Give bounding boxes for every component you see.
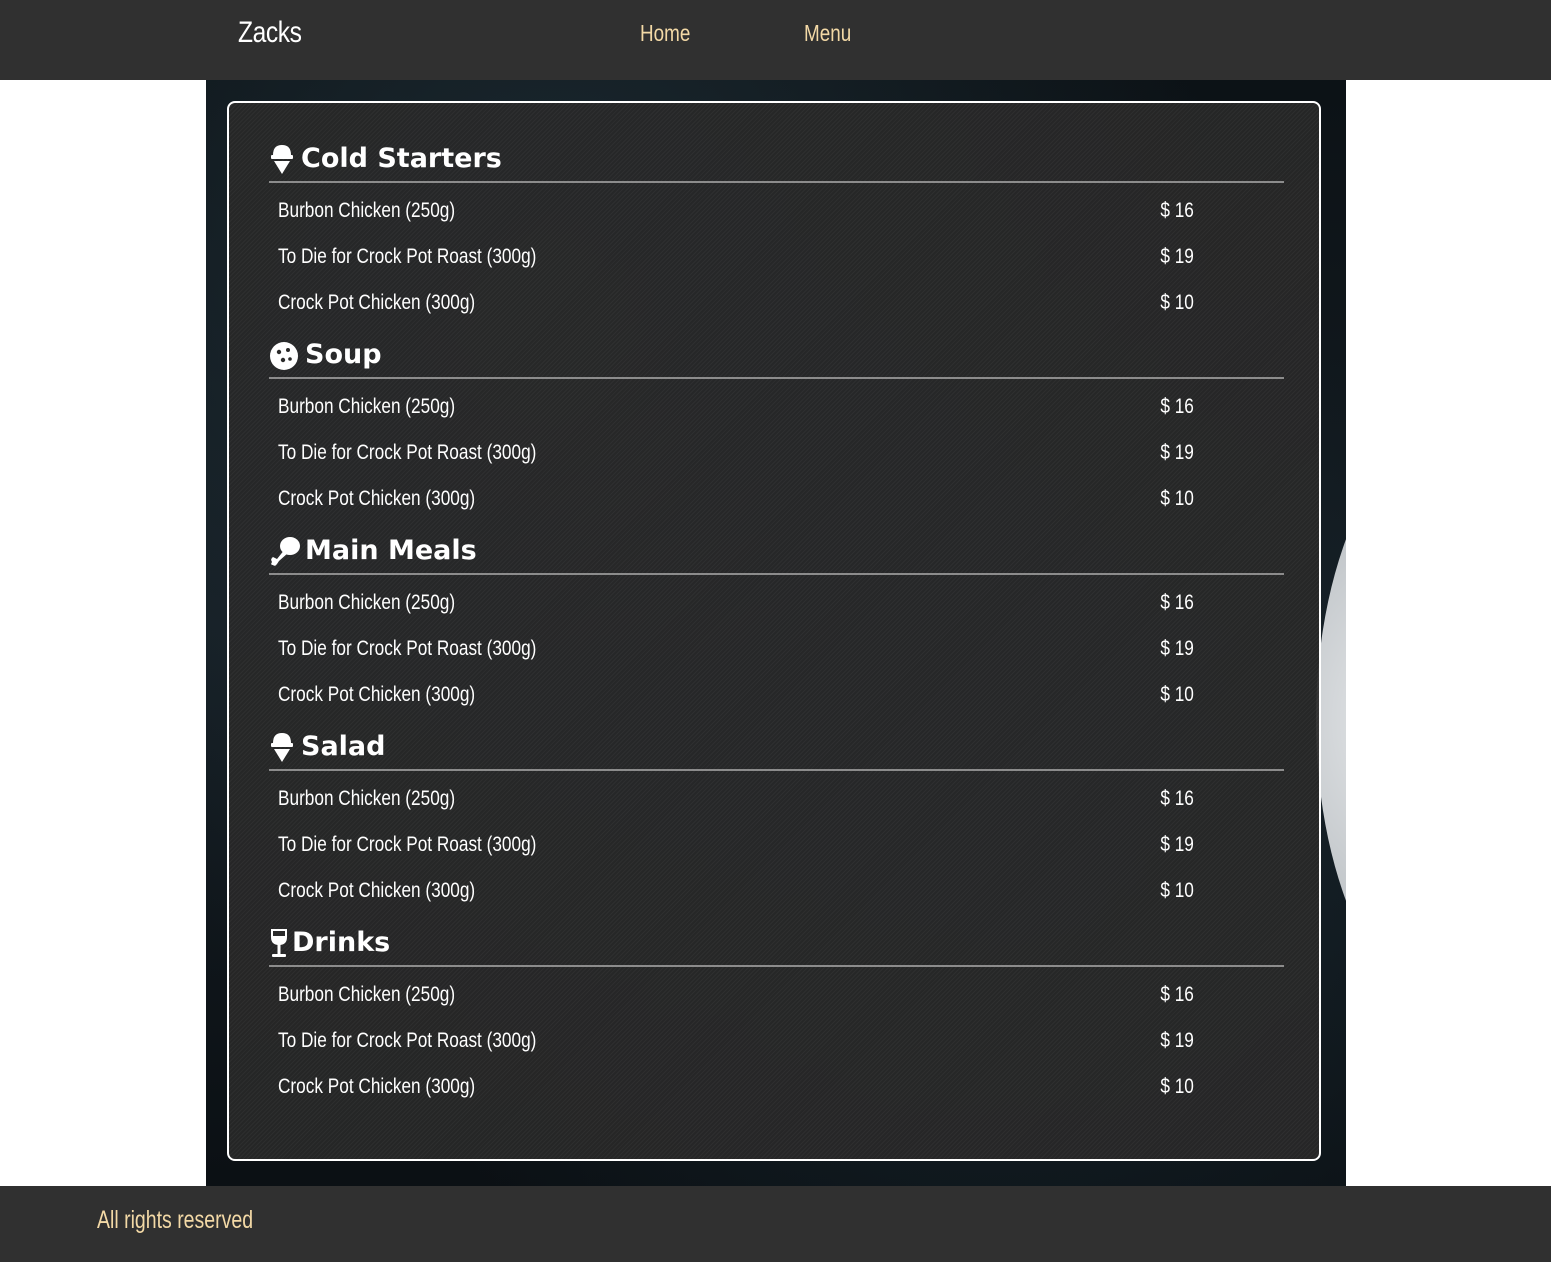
menu-item-name: Burbon Chicken (250g) [278, 591, 456, 614]
menu-item: To Die for Crock Pot Roast (300g) $ 19 [278, 441, 1194, 471]
menu-section-soup: Soup [269, 337, 1284, 379]
section-title: Main Meals [305, 535, 477, 566]
menu-item-name: To Die for Crock Pot Roast (300g) [278, 833, 537, 856]
menu-item: Burbon Chicken (250g) $ 16 [278, 787, 1194, 817]
menu-item-name: Burbon Chicken (250g) [278, 983, 456, 1006]
section-title: Soup [305, 339, 382, 370]
menu-item: Burbon Chicken (250g) $ 16 [278, 983, 1194, 1013]
menu-item: To Die for Crock Pot Roast (300g) $ 19 [278, 245, 1194, 275]
menu-item-price: $ 16 [1160, 591, 1194, 614]
menu-item-price: $ 19 [1160, 245, 1194, 268]
menu-item-price: $ 16 [1160, 983, 1194, 1006]
menu-item-name: Crock Pot Chicken (300g) [278, 291, 476, 314]
menu-item-name: Burbon Chicken (250g) [278, 199, 456, 222]
menu-item-name: Burbon Chicken (250g) [278, 787, 456, 810]
cookie-icon [269, 339, 299, 371]
menu-item: Crock Pot Chicken (300g) $ 10 [278, 683, 1194, 713]
section-header: Cold Starters [269, 141, 1284, 183]
drumstick-icon [269, 535, 300, 567]
menu-item: Crock Pot Chicken (300g) $ 10 [278, 879, 1194, 909]
menu-item-price: $ 19 [1160, 1029, 1194, 1052]
section-title: Salad [301, 731, 386, 762]
menu-item-name: Crock Pot Chicken (300g) [278, 1075, 476, 1098]
menu-item-name: To Die for Crock Pot Roast (300g) [278, 1029, 537, 1052]
menu-item-price: $ 16 [1160, 395, 1194, 418]
nav-menu-link[interactable]: Menu [804, 20, 851, 47]
menu-item-name: Burbon Chicken (250g) [278, 395, 456, 418]
menu-item-name: To Die for Crock Pot Roast (300g) [278, 637, 537, 660]
menu-item: To Die for Crock Pot Roast (300g) $ 19 [278, 833, 1194, 863]
menu-section-cold-starters: Cold Starters [269, 141, 1284, 183]
menu-item-name: To Die for Crock Pot Roast (300g) [278, 441, 537, 464]
menu-section-main-meals: Main Meals [269, 533, 1284, 575]
menu-item-price: $ 19 [1160, 833, 1194, 856]
menu-panel: Cold Starters Burbon Chicken (250g) $ 16… [227, 101, 1321, 1161]
menu-item-name: Crock Pot Chicken (300g) [278, 487, 476, 510]
menu-item-price: $ 16 [1160, 199, 1194, 222]
ice-cream-icon [269, 731, 299, 763]
menu-item: Burbon Chicken (250g) $ 16 [278, 591, 1194, 621]
section-header: Main Meals [269, 533, 1284, 575]
menu-item-price: $ 10 [1160, 683, 1194, 706]
menu-item: Burbon Chicken (250g) $ 16 [278, 199, 1194, 229]
menu-section-salad: Salad [269, 729, 1284, 771]
menu-item-price: $ 19 [1160, 441, 1194, 464]
section-header: Drinks [269, 925, 1284, 967]
menu-item-price: $ 10 [1160, 879, 1194, 902]
top-navbar: Zacks Home Menu [0, 0, 1551, 80]
ice-cream-icon [269, 143, 299, 175]
menu-item-price: $ 16 [1160, 787, 1194, 810]
menu-item: Burbon Chicken (250g) $ 16 [278, 395, 1194, 425]
menu-section-drinks: Drinks [269, 925, 1284, 967]
menu-item-price: $ 10 [1160, 487, 1194, 510]
menu-item: To Die for Crock Pot Roast (300g) $ 19 [278, 637, 1194, 667]
copyright-text: All rights reserved [97, 1206, 254, 1234]
section-header: Salad [269, 729, 1284, 771]
menu-item-name: Crock Pot Chicken (300g) [278, 683, 476, 706]
menu-item-price: $ 10 [1160, 1075, 1194, 1098]
menu-item-name: To Die for Crock Pot Roast (300g) [278, 245, 537, 268]
nav-home-link[interactable]: Home [640, 20, 690, 47]
menu-item: Crock Pot Chicken (300g) $ 10 [278, 1075, 1194, 1105]
section-header: Soup [269, 337, 1284, 379]
menu-item-price: $ 10 [1160, 291, 1194, 314]
footer-bar: All rights reserved [0, 1186, 1551, 1262]
brand-logo[interactable]: Zacks [238, 16, 302, 50]
menu-item: To Die for Crock Pot Roast (300g) $ 19 [278, 1029, 1194, 1059]
menu-item-name: Crock Pot Chicken (300g) [278, 879, 476, 902]
section-title: Cold Starters [301, 143, 502, 174]
section-title: Drinks [292, 927, 391, 958]
menu-item-price: $ 19 [1160, 637, 1194, 660]
menu-item: Crock Pot Chicken (300g) $ 10 [278, 291, 1194, 321]
menu-item: Crock Pot Chicken (300g) $ 10 [278, 487, 1194, 517]
